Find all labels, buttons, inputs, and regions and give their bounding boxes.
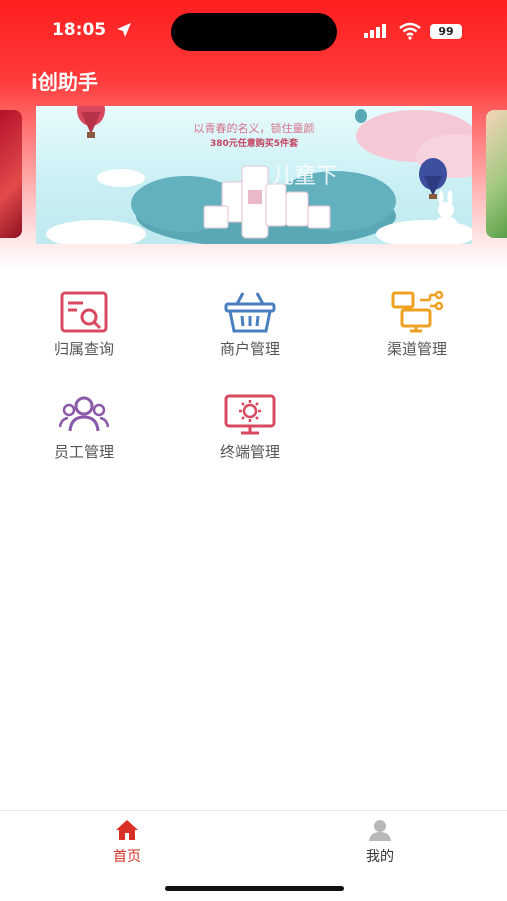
- menu-item-terminal-management[interactable]: 终端管理: [195, 393, 305, 462]
- menu-item-merchant-management[interactable]: 商户管理: [195, 290, 305, 359]
- menu-item-staff-management[interactable]: 员工管理: [29, 393, 139, 462]
- menu-item-ownership-query[interactable]: 归属查询: [29, 290, 139, 359]
- menu-item-channel-management[interactable]: 渠道管理: [362, 290, 472, 359]
- dynamic-island: [171, 13, 337, 51]
- home-icon: [116, 820, 138, 840]
- banner-promo: 380元任意购买5件套: [209, 139, 299, 149]
- menu-item-label: 渠道管理: [386, 340, 447, 358]
- banner-slogan: 以青春的名义，锁住童颜: [193, 122, 315, 135]
- user-icon: [369, 820, 391, 841]
- menu-item-label: 终端管理: [219, 443, 280, 461]
- banner-prev-slide[interactable]: [0, 110, 22, 238]
- search-document-icon: [60, 291, 108, 333]
- basket-icon: [224, 292, 276, 333]
- menu-item-label: 商户管理: [219, 340, 280, 358]
- channel-network-icon: [391, 290, 444, 333]
- home-indicator: [165, 886, 344, 891]
- tab-home-label: 首页: [113, 849, 141, 865]
- menu-item-label: 归属查询: [53, 340, 114, 358]
- terminal-settings-icon: [224, 394, 276, 435]
- location-arrow-icon: [117, 23, 131, 37]
- signal-icon: [364, 24, 386, 38]
- status-time: 18:05: [52, 20, 107, 40]
- promo-banner[interactable]: 以青春的名义，锁住童颜 380元任意购买5件套 儿童下: [36, 106, 472, 244]
- users-icon: [58, 396, 110, 432]
- tab-mine[interactable]: 我的: [340, 819, 420, 866]
- battery-indicator: 99: [430, 24, 462, 39]
- app-title: i创助手: [31, 70, 98, 94]
- menu-item-label: 员工管理: [53, 443, 114, 461]
- wifi-icon: [399, 22, 421, 40]
- tab-mine-label: 我的: [366, 849, 394, 865]
- banner-next-slide[interactable]: [486, 110, 507, 238]
- tab-home[interactable]: 首页: [87, 819, 167, 866]
- banner-brand: 儿童下: [272, 164, 339, 189]
